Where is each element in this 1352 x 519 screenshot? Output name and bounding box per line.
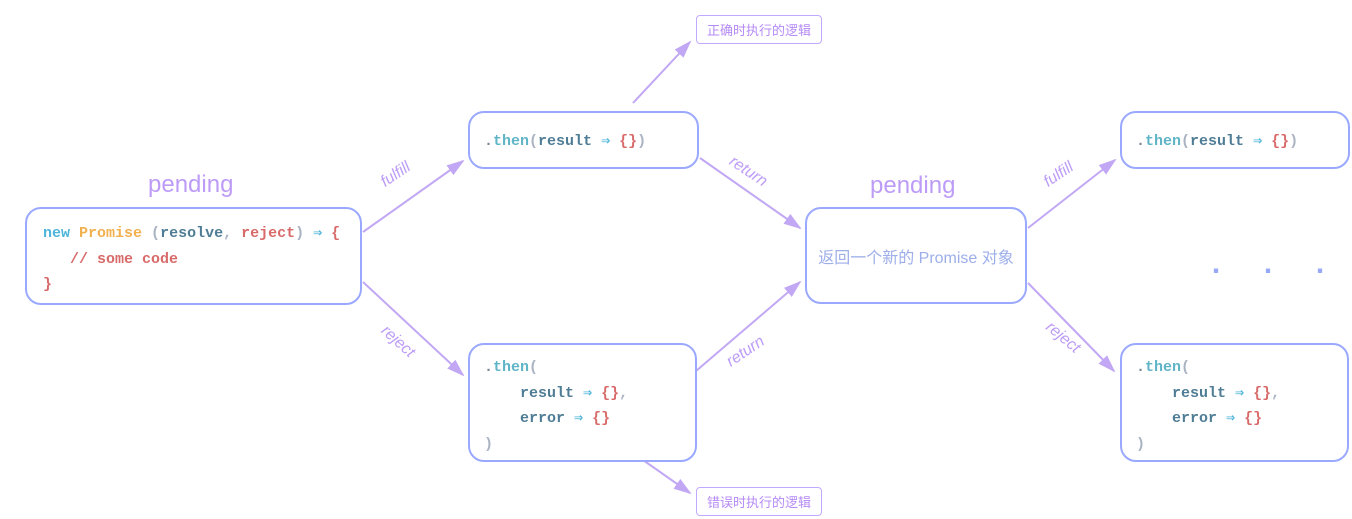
code-then-result-2: .then(result ⇒ {})	[1136, 129, 1334, 155]
box-new-promise: new Promise (resolve, reject) ⇒ { // som…	[25, 207, 362, 305]
pending-title-2: pending	[870, 172, 955, 200]
text-return-promise: 返回一个新的 Promise 对象	[807, 209, 1025, 302]
code-then-result-error-1: .then( result ⇒ {}, error ⇒ {} )	[484, 355, 681, 457]
label-return-2: return	[724, 333, 769, 371]
pending-title-1: pending	[148, 171, 233, 199]
box-then-result-error-1: .then( result ⇒ {}, error ⇒ {} )	[468, 343, 697, 462]
code-then-result-1: .then(result ⇒ {})	[484, 129, 683, 155]
code-then-result-error-2: .then( result ⇒ {}, error ⇒ {} )	[1136, 355, 1333, 457]
box-return-promise: 返回一个新的 Promise 对象	[805, 207, 1027, 304]
box-error-logic: 错误时执行的逻辑	[696, 487, 822, 516]
box-then-result-1: .then(result ⇒ {})	[468, 111, 699, 169]
code-new-promise: new Promise (resolve, reject) ⇒ { // som…	[43, 221, 344, 298]
label-fulfill-2: fulfill	[1041, 159, 1078, 192]
label-return-1: return	[726, 153, 771, 191]
label-reject-2: reject	[1042, 319, 1084, 358]
label-fulfill-1: fulfill	[378, 159, 415, 192]
label-reject-1: reject	[377, 322, 418, 362]
box-then-result-error-2: .then( result ⇒ {}, error ⇒ {} )	[1120, 343, 1349, 462]
box-correct-logic: 正确时执行的逻辑	[696, 15, 822, 44]
box-then-result-2: .then(result ⇒ {})	[1120, 111, 1350, 169]
ellipsis: . . .	[1207, 249, 1337, 283]
